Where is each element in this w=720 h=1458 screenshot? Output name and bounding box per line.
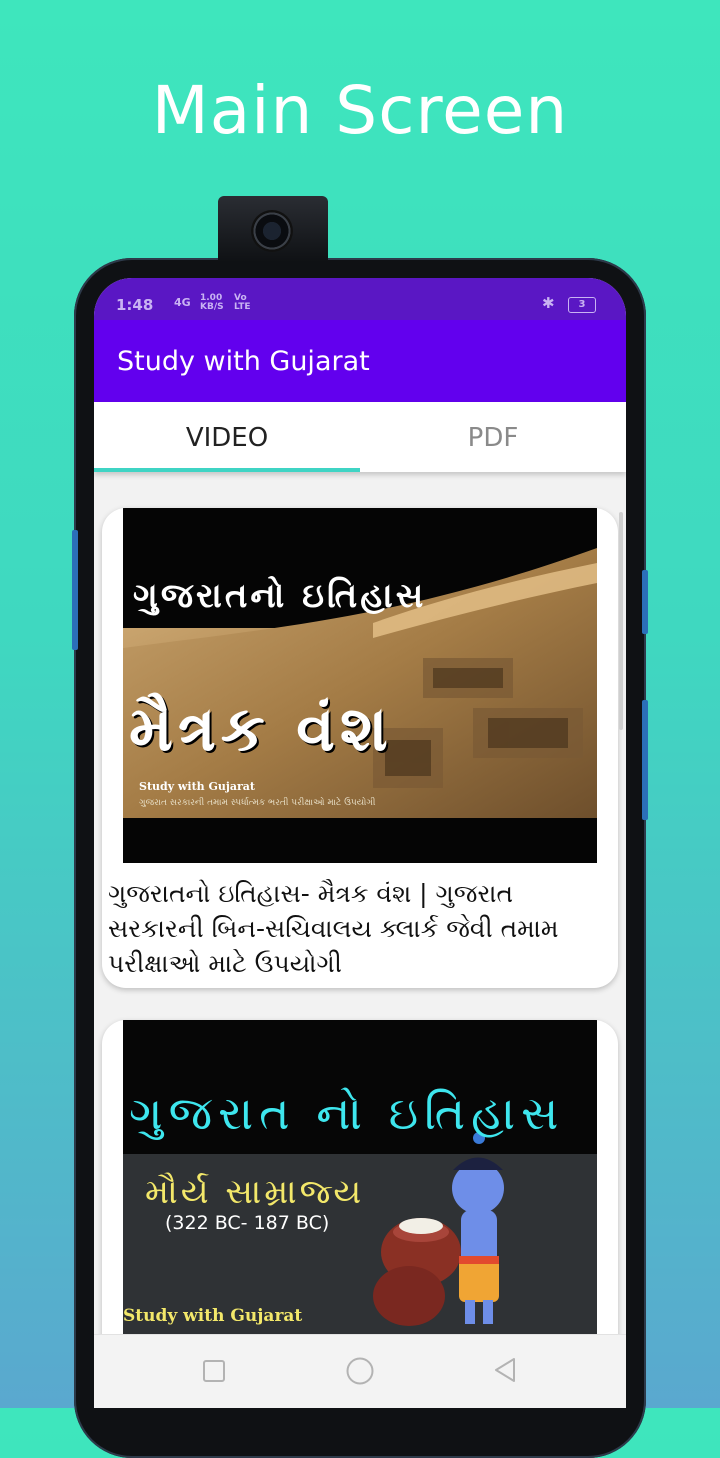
video-card[interactable]: ગુજરાત નો ઇતિહાસ મૌર્ય સામ્રાજ્ય (322 BC… [102,1020,618,1334]
scrollbar-thumb[interactable] [619,512,623,730]
thumbnail-artwork [123,508,597,863]
video-caption[interactable]: ગુજરાતનો ઇતિહાસ- મૈત્રક વંશ | ગુજરાત સરક… [108,876,608,981]
popup-camera [218,196,328,262]
bluetooth-icon: ✱ [542,294,555,312]
thumbnail-years: (322 BC- 187 BC) [165,1212,330,1234]
triangle-back-icon[interactable] [492,1357,518,1383]
square-icon[interactable] [202,1359,226,1383]
thumbnail-tagline: ગુજરાત સરકારની તમામ સ્પર્ધાત્મક ભરતી પરી… [139,798,376,808]
phone-screen: 1:48 4G 1.00 KB/S Vo LTE ✱ 3 Study with … [94,278,626,1408]
status-bar: 1:48 4G 1.00 KB/S Vo LTE ✱ 3 [94,278,626,320]
thumbnail-big-text: મૈત્રક વંશ [129,692,393,765]
video-thumbnail[interactable]: ગુજરાત નો ઇતિહાસ મૌર્ય સામ્રાજ્ય (322 BC… [123,1020,597,1334]
camera-lens [251,210,293,252]
app-bar: Study with Gujarat [94,320,626,402]
volte-indicator: Vo LTE [234,293,251,312]
thumbnail-title: ગુજરાતનો ઇતિહાસ [133,576,427,616]
thumbnail-channel: Study with Gujarat [123,1306,303,1326]
phone-side-button [642,570,648,634]
tab-indicator [94,468,360,472]
tab-pdf[interactable]: PDF [360,402,626,472]
page-headline: Main Screen [151,72,569,149]
thumbnail-subtitle: મૌર્ય સામ્રાજ્ય [145,1172,365,1212]
thumbnail-title: ગુજરાત નો ઇતિહાસ [129,1086,565,1140]
battery-indicator: 3 [568,297,596,313]
network-speed: 1.00 KB/S [200,294,224,312]
circle-icon[interactable] [345,1356,375,1386]
tab-video[interactable]: VIDEO [94,402,360,472]
speed-unit: KB/S [200,302,224,312]
tab-bar: VIDEO PDF [94,402,626,472]
phone-side-button [642,700,648,820]
thumbnail-channel: Study with Gujarat [139,780,255,793]
video-card[interactable]: ગુજરાતનો ઇતિહાસ મૈત્રક વંશ Study with Gu… [102,508,618,988]
video-list[interactable]: ગુજરાતનો ઇતિહાસ મૈત્રક વંશ Study with Gu… [94,472,626,1334]
system-nav-bar [94,1334,626,1408]
app-title: Study with Gujarat [117,346,370,377]
status-time: 1:48 [116,296,154,314]
phone-side-button [72,530,78,650]
video-thumbnail[interactable]: ગુજરાતનો ઇતિહાસ મૈત્રક વંશ Study with Gu… [123,508,597,863]
network-indicator: 4G [174,296,191,309]
